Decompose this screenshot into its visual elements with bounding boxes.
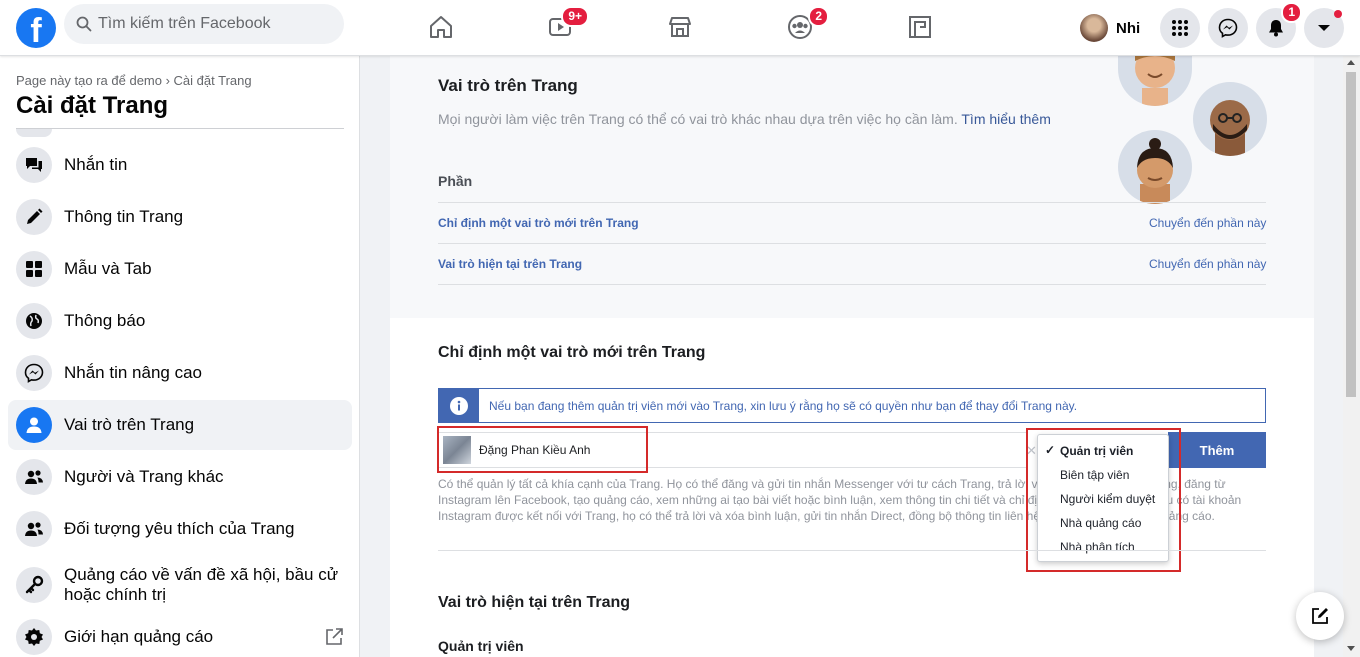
roles-subtitle-text: Mọi người làm việc trên Trang có thể có … [438,111,958,127]
roles-subtitle: Mọi người làm việc trên Trang có thể có … [438,111,1051,127]
sidebar-item-label: Đối tượng yêu thích của Trang [64,519,295,538]
grid-icon [16,251,52,287]
marketplace-tab[interactable] [665,12,695,42]
sidebar-item-advanced-messaging[interactable]: Nhắn tin nâng cao [8,348,352,398]
notifications-badge: 1 [1281,2,1302,23]
sidebar-item-political-ads[interactable]: Quảng cáo về vấn đề xã hội, bầu cử hoặc … [8,556,352,614]
external-link-icon[interactable] [324,627,344,647]
profile-name: Nhi [1116,19,1141,37]
sidebar-item-label: Nhắn tin nâng cao [64,363,202,382]
scroll-down-arrow[interactable] [1347,646,1355,651]
watch-badge: 9+ [561,6,589,27]
sidebar-item-label: Thông tin Trang [64,207,184,226]
learn-more-link[interactable]: Tìm hiểu thêm [961,111,1050,127]
go-to-assign-section[interactable]: Chuyển đến phần này [1149,216,1266,230]
messages-icon [16,147,52,183]
search-input[interactable] [98,15,328,33]
search-box[interactable] [64,4,344,44]
pencil-icon [16,199,52,235]
avatar [1080,14,1108,42]
sections-header: Phần [438,173,473,189]
page-title: Cài đặt Trang [16,92,169,119]
account-dot [1334,10,1342,18]
scroll-up-arrow[interactable] [1347,60,1355,65]
globe-icon [16,303,52,339]
breadcrumb: Page này tạo ra để demo › Cài đặt Trang [16,73,252,88]
illustration-face-2 [1193,82,1267,156]
sidebar-item-people-pages[interactable]: Người và Trang khác [8,452,352,502]
illustration-face-3 [1118,130,1192,204]
gaming-tab[interactable] [905,12,935,42]
top-bar: f 9+ 2 Nhi 1 [0,0,1360,56]
profile-link[interactable]: Nhi [1080,12,1140,44]
sidebar-item-ad-limits[interactable]: Giới hạn quảng cáo [8,612,352,657]
admin-info-notice: Nếu bạn đang thêm quản trị viên mới vào … [438,388,1266,423]
groups-tab[interactable]: 2 [785,6,829,42]
key-icon [16,567,52,603]
notifications-button[interactable]: 1 [1256,2,1302,48]
sidebar-item-page-roles[interactable]: Vai trò trên Trang [8,400,352,450]
sidebar-item-notifications[interactable]: Thông báo [8,296,352,346]
current-roles-title: Vai trò hiện tại trên Trang [438,594,631,611]
gaming-icon [909,16,931,38]
bell-icon [1269,20,1283,37]
watch-tab[interactable]: 9+ [545,6,589,42]
sidebar-item-preferred-audience[interactable]: Đối tượng yêu thích của Trang [8,504,352,554]
home-icon [430,16,452,38]
roles-title: Vai trò trên Trang [438,76,578,95]
sidebar-item-label: Thông báo [64,311,146,330]
people-icon [16,511,52,547]
messenger-icon [1218,18,1238,38]
sidebar-item-page-info[interactable]: Thông tin Trang [8,192,352,242]
home-tab[interactable] [426,12,456,42]
highlight-box-name [437,426,648,473]
partial-item-circle [16,129,52,137]
sidebar-item-label: Mẫu và Tab [64,259,152,278]
facebook-logo[interactable]: f [16,8,56,48]
assign-role-section-link[interactable]: Chỉ định một vai trò mới trên Trang [438,216,639,230]
info-icon [439,389,479,422]
search-icon [76,16,92,32]
info-text: Nếu bạn đang thêm quản trị viên mới vào … [489,399,1078,413]
messenger-button[interactable] [1208,8,1248,48]
sidebar-item-messaging[interactable]: Nhắn tin [8,140,352,190]
menu-grid-icon [1172,20,1188,36]
sidebar-item-templates-tabs[interactable]: Mẫu và Tab [8,244,352,294]
sidebar-item-label: Vai trò trên Trang [64,415,195,434]
divider [438,284,1266,285]
caret-down-icon [1318,25,1330,31]
divider [16,128,344,129]
sidebar-item-label: Giới hạn quảng cáo [64,627,214,646]
store-icon [669,17,691,37]
scroll-thumb[interactable] [1346,72,1356,397]
sidebar-item-label: Người và Trang khác [64,467,224,486]
sidebar-item-label: Nhắn tin [64,155,128,174]
account-button[interactable] [1304,8,1344,48]
menu-button[interactable] [1160,8,1200,48]
new-message-button[interactable] [1296,592,1344,640]
gear-icon [16,619,52,655]
groups-badge: 2 [808,6,829,27]
add-role-button[interactable]: Thêm [1168,432,1266,468]
current-role-admin-label: Quản trị viên [438,638,524,654]
settings-sidebar: Page này tạo ra để demo › Cài đặt Trang … [0,56,360,657]
go-to-current-section[interactable]: Chuyển đến phần này [1149,257,1266,271]
divider [438,202,1266,203]
person-icon [16,407,52,443]
divider [438,550,1266,551]
current-roles-section-link[interactable]: Vai trò hiện tại trên Trang [438,257,582,271]
people-icon [16,459,52,495]
divider [438,243,1266,244]
messenger-icon [16,355,52,391]
assign-role-title: Chỉ định một vai trò mới trên Trang [438,344,706,361]
sidebar-item-label: Quảng cáo về vấn đề xã hội, bầu cử hoặc … [64,565,339,604]
compose-icon [1312,608,1328,624]
